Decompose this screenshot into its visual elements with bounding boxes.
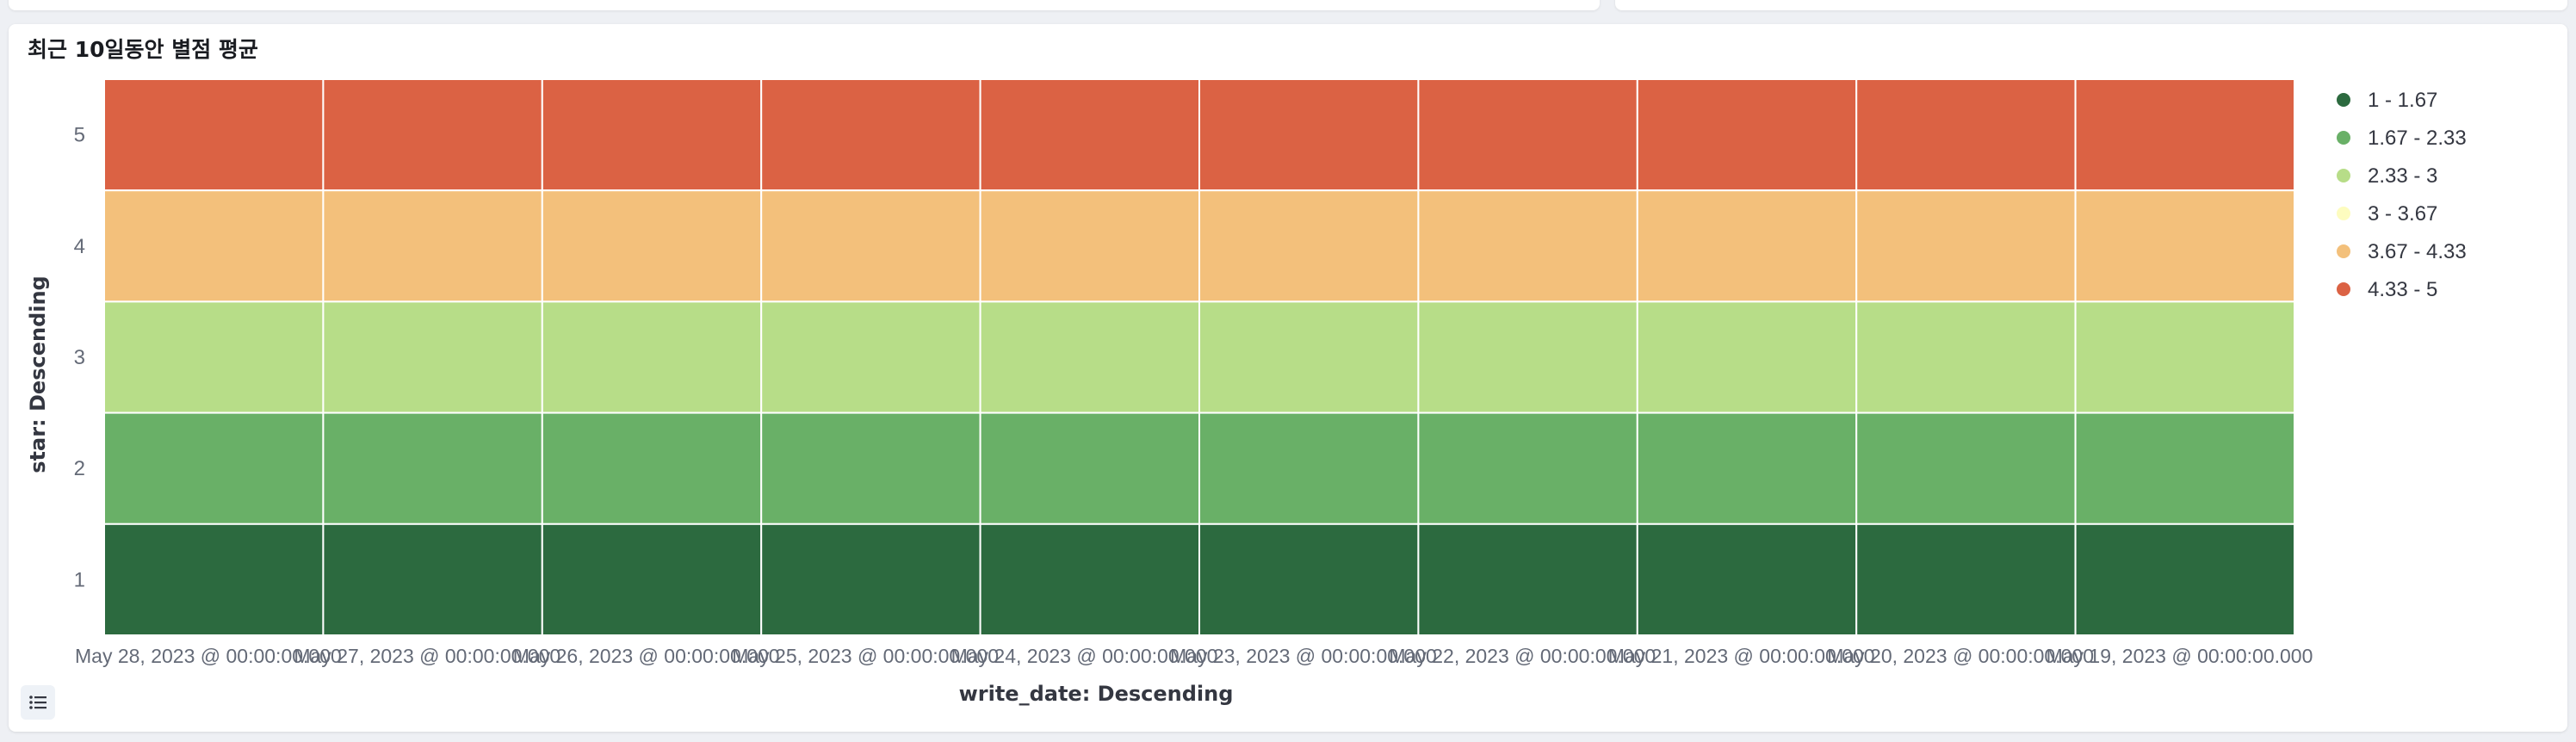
heatmap-cell[interactable]	[760, 522, 981, 636]
heatmap-cell[interactable]	[760, 189, 981, 303]
legend-label[interactable]: 3.67 - 4.33	[2368, 240, 2467, 263]
y-tick-label: 1	[74, 568, 85, 591]
legend-swatch[interactable]	[2337, 93, 2350, 107]
heatmap-cell[interactable]	[103, 78, 325, 192]
heatmap-cell[interactable]	[103, 411, 325, 525]
legend-label[interactable]: 1.67 - 2.33	[2368, 127, 2467, 150]
heatmap-cell[interactable]	[322, 189, 543, 303]
heatmap-cell[interactable]	[760, 300, 981, 414]
heatmap-cell[interactable]	[541, 300, 763, 414]
y-axis-title: star: Descending	[26, 275, 50, 473]
heatmap-cell[interactable]	[979, 189, 1200, 303]
legend-swatch[interactable]	[2337, 131, 2350, 145]
legend-label[interactable]: 4.33 - 5	[2368, 278, 2437, 301]
legend-label[interactable]: 2.33 - 3	[2368, 164, 2437, 188]
y-tick-label: 4	[74, 235, 85, 258]
heatmap-cell[interactable]	[1198, 411, 1420, 525]
heatmap-cell[interactable]	[322, 411, 543, 525]
heatmap-cell[interactable]	[1417, 300, 1638, 414]
y-tick-label: 5	[74, 124, 85, 147]
heatmap-cell[interactable]	[541, 189, 763, 303]
heatmap-cell[interactable]	[979, 300, 1200, 414]
heatmap-cell[interactable]	[541, 411, 763, 525]
heatmap-cell[interactable]	[1636, 522, 1858, 636]
top-panel-left	[9, 0, 1600, 10]
heatmap-cell[interactable]	[1198, 300, 1420, 414]
heatmap-cell[interactable]	[760, 78, 981, 192]
heatmap-cell[interactable]	[2074, 189, 2296, 303]
heatmap-cell[interactable]	[1198, 522, 1420, 636]
legend-toggle-button[interactable]	[21, 685, 55, 720]
heatmap-cell[interactable]	[541, 522, 763, 636]
heatmap-cell[interactable]	[1417, 411, 1638, 525]
heatmap-cell[interactable]	[979, 78, 1200, 192]
heatmap-cell[interactable]	[1855, 522, 2077, 636]
heatmap-cell[interactable]	[2074, 411, 2296, 525]
heatmap-cell[interactable]	[322, 300, 543, 414]
heatmap-cell[interactable]	[979, 411, 1200, 525]
heatmap-cell[interactable]	[103, 522, 325, 636]
legend-swatch[interactable]	[2337, 282, 2350, 296]
heatmap-cell[interactable]	[1198, 189, 1420, 303]
legend-swatch[interactable]	[2337, 169, 2350, 182]
heatmap-chart: 54321May 28, 2023 @ 00:00:00.000May 27, …	[26, 78, 2467, 706]
heatmap-cell[interactable]	[1636, 189, 1858, 303]
heatmap-cell[interactable]	[1417, 78, 1638, 192]
top-panel-right	[1615, 0, 2567, 10]
heatmap-cell[interactable]	[1636, 411, 1858, 525]
heatmap-cell[interactable]	[322, 522, 543, 636]
heatmap-cell[interactable]	[541, 78, 763, 192]
legend-label[interactable]: 3 - 3.67	[2368, 202, 2437, 226]
y-tick-label: 3	[74, 346, 85, 369]
x-axis-title: write_date: Descending	[959, 682, 1234, 706]
heatmap-cell[interactable]	[2074, 522, 2296, 636]
heatmap-cell[interactable]	[979, 522, 1200, 636]
heatmap-panel: 최근 10일동안 별점 평균 5 4 3 2 1 May 28, 2023 @ 00:00…	[9, 24, 2567, 732]
legend-swatch[interactable]	[2337, 244, 2350, 258]
heatmap-cell[interactable]	[760, 411, 981, 525]
heatmap-cell[interactable]	[2074, 300, 2296, 414]
legend-label[interactable]: 1 - 1.67	[2368, 89, 2437, 112]
heatmap-cell[interactable]	[1417, 522, 1638, 636]
heatmap-cell[interactable]	[103, 300, 325, 414]
heatmap-cell[interactable]	[1636, 300, 1858, 414]
heatmap-cell[interactable]	[1855, 300, 2077, 414]
heatmap-cell[interactable]	[103, 189, 325, 303]
list-icon	[29, 696, 46, 709]
y-tick-label: 2	[74, 457, 85, 480]
legend-swatch[interactable]	[2337, 207, 2350, 220]
heatmap-cell[interactable]	[322, 78, 543, 192]
x-tick-label: May 19, 2023 @ 00:00:00.000	[2047, 645, 2313, 667]
heatmap-cell[interactable]	[1198, 78, 1420, 192]
heatmap-cell[interactable]	[1855, 189, 2077, 303]
heatmap-cell[interactable]	[1855, 78, 2077, 192]
heatmap-cell[interactable]	[2074, 78, 2296, 192]
heatmap-cell[interactable]	[1636, 78, 1858, 192]
heatmap-cell[interactable]	[1855, 411, 2077, 525]
heatmap-cell[interactable]	[1417, 189, 1638, 303]
